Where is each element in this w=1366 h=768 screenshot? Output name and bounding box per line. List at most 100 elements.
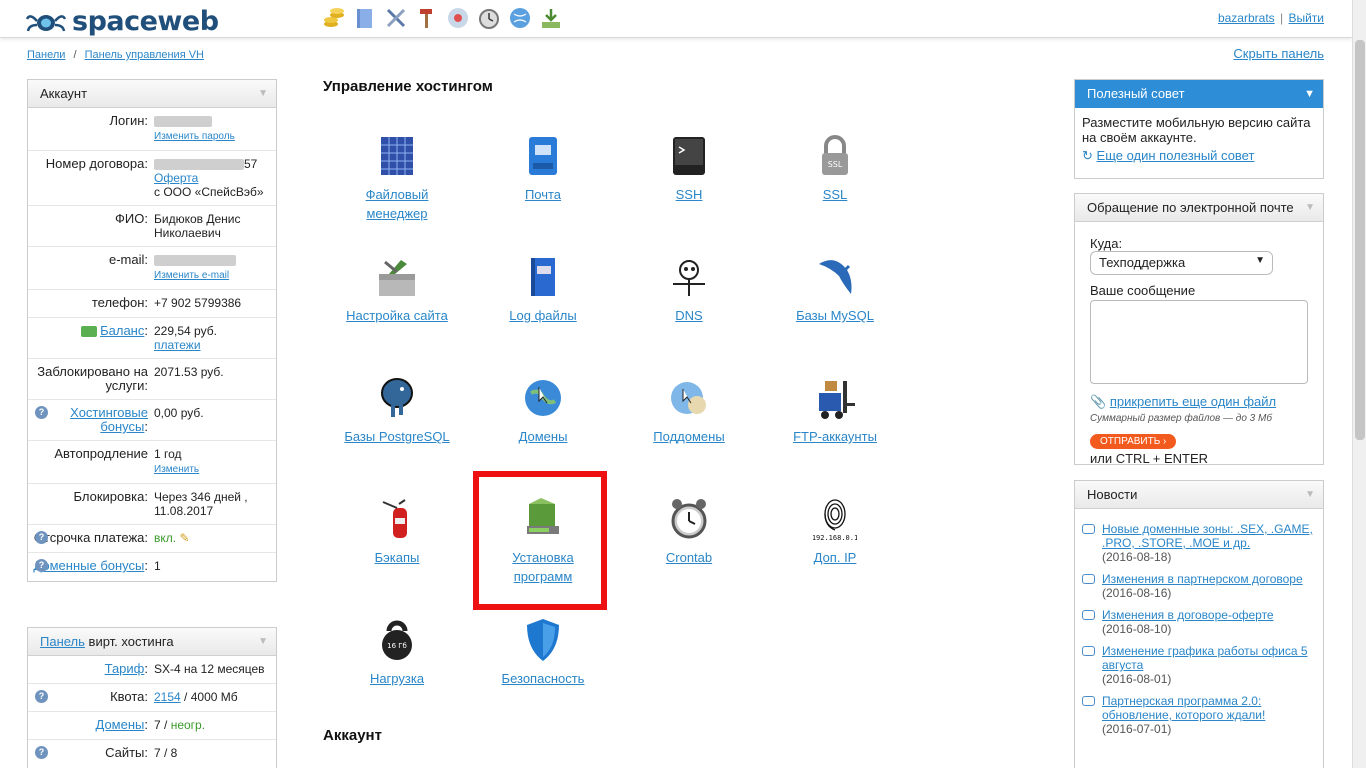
tile-mysql[interactable]: Базы MySQL: [775, 254, 895, 325]
news-item: Партнерская программа 2.0: обновление, к…: [1075, 694, 1315, 736]
news-link[interactable]: Новые доменные зоны: .SEX, .GAME, .PRO, …: [1102, 522, 1313, 550]
tile-dns[interactable]: DNS: [629, 254, 749, 325]
autorenew-change-link[interactable]: Изменить: [154, 464, 199, 475]
next-tip-link[interactable]: Еще один полезный совет: [1097, 148, 1255, 163]
send-button[interactable]: ОТПРАВИТЬ ›: [1090, 434, 1177, 449]
size-note: Суммарный размер файлов — до 3 Мб: [1090, 413, 1272, 424]
separator: |: [1280, 11, 1284, 25]
news-link[interactable]: Изменения в партнерском договоре: [1102, 572, 1303, 586]
collapse-arrow-icon[interactable]: ▼: [258, 628, 268, 656]
hosting-bonus-link[interactable]: Хостинговые бонусы: [70, 405, 148, 434]
news-date: (2016-08-10): [1102, 622, 1172, 636]
tile-ssh[interactable]: SSH: [629, 133, 749, 204]
tile-label: Crontab: [665, 550, 713, 565]
coins-icon[interactable]: [322, 6, 346, 30]
mail-icon: [529, 137, 557, 175]
news-link[interactable]: Партнерская программа 2.0: обновление, к…: [1102, 694, 1265, 722]
download-icon[interactable]: [539, 6, 563, 30]
help-icon[interactable]: ?: [35, 559, 48, 572]
tile-log-files[interactable]: Log файлы: [483, 254, 603, 325]
help-icon[interactable]: ?: [35, 406, 48, 419]
tile-postgresql[interactable]: Базы PostgreSQL: [337, 375, 457, 446]
news-panel-header[interactable]: Новости ▼: [1075, 481, 1323, 509]
breadcrumb-panels[interactable]: Панели: [27, 49, 65, 61]
vh-panel-header[interactable]: Панель вирт. хостинга ▼: [28, 628, 276, 656]
balance-value: 229,54 руб.: [154, 324, 217, 338]
tile-label: Бэкапы: [374, 550, 420, 565]
scroll-thumb[interactable]: [1355, 40, 1365, 440]
payment-delay-label: Отсрочка платежа:: [33, 530, 148, 545]
tile-extra-ip[interactable]: 192.168.0.1 Доп. IP: [775, 496, 895, 567]
globe-icon[interactable]: [508, 6, 532, 30]
collapse-arrow-icon[interactable]: ▼: [1305, 481, 1315, 509]
dns-icon: [673, 260, 705, 296]
balance-link[interactable]: Баланс: [100, 323, 144, 338]
quota-used-link[interactable]: 2154: [154, 690, 181, 704]
domain-bonus-link[interactable]: Доменные бонусы: [33, 558, 144, 573]
hide-panel-link[interactable]: Скрыть панель: [1233, 46, 1324, 61]
help-icon[interactable]: ?: [35, 746, 48, 759]
change-password-link[interactable]: Изменить пароль: [154, 131, 235, 142]
payments-link[interactable]: платежи: [154, 338, 201, 352]
comment-icon: [1082, 696, 1095, 706]
news-link[interactable]: Изменения в договоре-оферте: [1102, 608, 1274, 622]
tile-backups[interactable]: Бэкапы: [337, 496, 457, 567]
globe-icon: [525, 380, 561, 416]
help-icon[interactable]: ?: [35, 531, 48, 544]
tile-label: Нагрузка: [369, 671, 425, 686]
collapse-arrow-icon[interactable]: ▼: [1304, 80, 1315, 108]
news-link[interactable]: Изменение графика работы офиса 5 августа: [1102, 644, 1308, 672]
news-item: Изменения в договоре-оферте (2016-08-10): [1075, 608, 1315, 636]
weight-label: 16 Гб: [387, 642, 407, 650]
logo[interactable]: spaceweb: [26, 6, 219, 37]
tile-crontab[interactable]: Crontab: [629, 496, 749, 567]
collapse-arrow-icon[interactable]: ▼: [258, 80, 268, 108]
message-textarea[interactable]: [1090, 300, 1308, 384]
tip-panel-header[interactable]: Полезный совет ▼: [1075, 80, 1323, 108]
tile-ftp-accounts[interactable]: FTP-аккаунты: [775, 375, 895, 446]
recipient-select[interactable]: Техподдержка ▼: [1090, 251, 1273, 275]
fingerprint-icon: 192.168.0.1: [813, 499, 857, 542]
tile-label: Почта: [524, 187, 562, 202]
network-icon[interactable]: [446, 6, 470, 30]
domain-bonus-value: 1: [154, 559, 161, 573]
hammer-icon[interactable]: [415, 6, 439, 30]
blocked-row: Заблокировано на услуги: 2071.53 руб.: [28, 359, 276, 400]
vh-panel: Панель вирт. хостинга ▼ Тариф: SX-4 на 1…: [27, 627, 277, 768]
clock-icon[interactable]: [477, 6, 501, 30]
contract-suffix: 57: [244, 157, 258, 171]
tile-label: SSL: [822, 187, 848, 202]
book-icon[interactable]: [353, 6, 377, 30]
help-icon[interactable]: ?: [35, 690, 48, 703]
contract-value-blurred: [154, 159, 244, 171]
username-link[interactable]: bazarbrats: [1218, 11, 1275, 25]
tile-ssl[interactable]: SSL SSL: [775, 133, 895, 204]
news-date: (2016-08-18): [1102, 550, 1172, 564]
domains-link[interactable]: Домены: [96, 717, 145, 732]
tools-icon[interactable]: [384, 6, 408, 30]
news-item: Новые доменные зоны: .SEX, .GAME, .PRO, …: [1075, 522, 1315, 564]
tile-subdomains[interactable]: Поддомены: [629, 375, 749, 446]
attach-file-link[interactable]: прикрепить еще один файл: [1110, 394, 1276, 409]
email-form-header[interactable]: Обращение по электронной почте ▼: [1075, 194, 1323, 222]
hosting-bonus-row: ? Хостинговые бонусы: 0,00 руб.: [28, 400, 276, 441]
block-label: Блокировка:: [73, 489, 148, 504]
tariff-link[interactable]: Тариф: [105, 661, 145, 676]
tile-load[interactable]: 16 Гб Нагрузка: [337, 617, 457, 688]
change-email-link[interactable]: Изменить e-mail: [154, 270, 229, 281]
collapse-arrow-icon[interactable]: ▼: [1305, 194, 1315, 222]
scrollbar[interactable]: [1352, 0, 1366, 768]
tile-file-manager[interactable]: Файловый менеджер: [337, 133, 457, 223]
blocked-label: Заблокировано на услуги:: [37, 364, 148, 393]
tile-domains[interactable]: Домены: [483, 375, 603, 446]
pencil-icon[interactable]: ✎: [179, 531, 189, 545]
vh-panel-link[interactable]: Панель: [40, 634, 85, 649]
account-panel-header[interactable]: Аккаунт ▼: [28, 80, 276, 108]
logout-link[interactable]: Выйти: [1288, 11, 1324, 25]
offer-link[interactable]: Оферта: [154, 171, 198, 185]
news-date: (2016-08-16): [1102, 586, 1172, 600]
tile-site-settings[interactable]: Настройка сайта: [337, 254, 457, 325]
tile-security[interactable]: Безопасность: [483, 617, 603, 688]
breadcrumb-vh-panel[interactable]: Панель управления VH: [85, 49, 204, 61]
tile-mail[interactable]: Почта: [483, 133, 603, 204]
